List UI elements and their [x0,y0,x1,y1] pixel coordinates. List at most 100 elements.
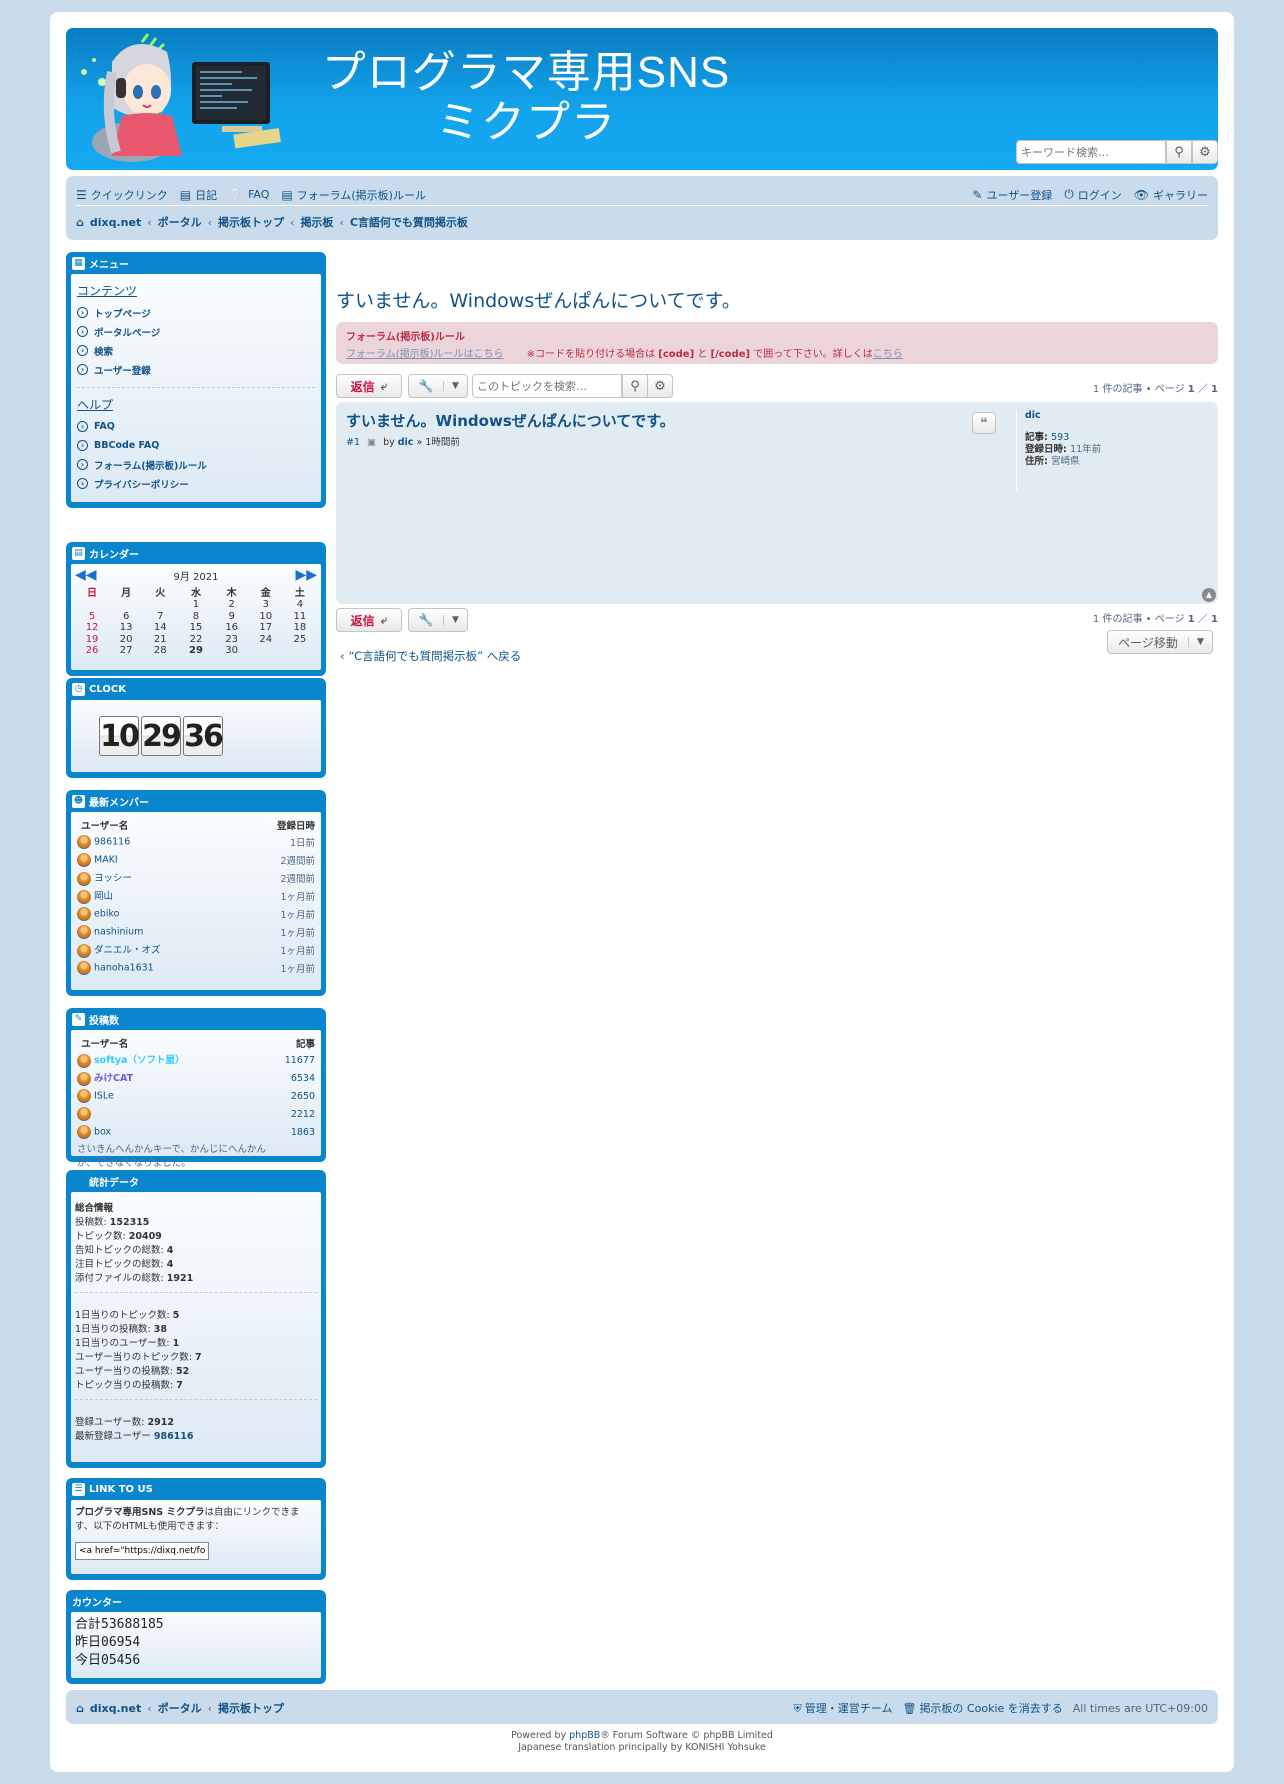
breadcrumb-item[interactable]: 掲示板 [300,214,333,230]
menu-item-rules[interactable]: › フォーラム(掲示板)ルール [77,455,315,474]
table-row: ダニエル・オズ 1ヶ月前 [77,941,315,959]
reply-button[interactable]: 返信 ⤶ [336,608,402,632]
breadcrumb-item[interactable]: ポータル [158,214,202,230]
wrench-icon: 🔧 [418,379,434,393]
menu-item-register[interactable]: › ユーザー登録 [77,360,315,379]
member-link[interactable]: MAKI [94,855,118,866]
new-members-box: ☻ 最新メンバー ユーザー名 登録日時 986116 1日前 MAKI 2週間前 ヨッシー 2… [66,790,326,996]
quote-button[interactable]: ❝ [972,412,996,434]
counter-total: 合計53688185 [75,1617,164,1632]
calendar-day: 5 [88,610,96,622]
phpbb-link[interactable]: phpBB [569,1730,600,1741]
post-count: 2650 [290,1090,315,1102]
rules-link[interactable]: フォーラム(掲示板)ルールはこちら [346,349,504,360]
topic-search-input[interactable] [472,374,622,398]
back-to-top-icon[interactable]: ▲ [1202,588,1216,602]
counter-box: カウンター 合計53688185 昨日06954 今日05456 [66,1590,326,1684]
topic-title[interactable]: すいません。Windowsぜんぱんについてです。 [336,286,741,313]
member-link[interactable]: hanoha1631 [94,963,154,974]
search-icon: ⚲ [1174,144,1184,160]
member-link[interactable]: ヨッシー [94,873,132,884]
search-button[interactable]: ⚲ [1166,140,1192,164]
poster-link[interactable]: box [94,1127,111,1138]
breadcrumb-item[interactable]: dixq.net [90,1702,141,1715]
mascot-logo-image[interactable] [72,32,292,166]
navbar-top: ☰ クイックリンク ▤ 日記 ❔ FAQ ▤ フォーラム(掲示板)ルール ✎ ユーザー登録… [76,184,1208,206]
member-link[interactable]: 岡山 [94,891,113,902]
topic-advanced-search-button[interactable]: ⚙ [647,374,673,398]
reply-button[interactable]: 返信 ⤶ [336,374,402,398]
member-reg-date: 1ヶ月前 [280,964,315,975]
delete-cookies-link[interactable]: 🗑 掲示板の Cookie を消去する [902,1700,1062,1716]
contents-heading[interactable]: コンテンツ [77,282,315,299]
profile-post-count[interactable]: 593 [1051,432,1069,443]
calendar-day: 4 [296,599,304,611]
reply-arrow-icon: ⤶ [380,612,388,627]
user-icon [77,1089,91,1103]
post-title[interactable]: すいません。Windowsぜんぱんについてです。 [346,410,675,431]
member-link[interactable]: 986116 [94,837,130,848]
advanced-search-button[interactable]: ⚙ [1192,140,1218,164]
menu-item-portal[interactable]: › ポータルページ [77,322,315,341]
forum-rules-link[interactable]: ▤ フォーラム(掲示板)ルール [281,187,426,203]
menu-item-top[interactable]: › トップページ [77,303,315,322]
poster-link[interactable]: softya（ソフト屋） [94,1055,184,1066]
user-icon [77,835,91,849]
user-icon [77,871,91,886]
link-to-us-box: ☰ LINK TO US プログラマ専用SNS ミクプラは自由にリンクできます、以… [66,1478,326,1580]
gear-icon: ⚙ [654,378,666,394]
calendar-day: 29 [189,645,203,657]
next-month-icon[interactable]: ▶▶ [295,568,317,582]
topic-search-button[interactable]: ⚲ [622,374,648,398]
post-author-link[interactable]: dic [398,437,414,448]
post-count: 2212 [290,1108,315,1120]
menu-icon: ▦ [72,256,85,270]
breadcrumb-item[interactable]: 掲示板トップ [218,214,284,230]
table-row: box 1863 [77,1123,315,1141]
menu-item-bbcode-faq[interactable]: › BBCode FAQ [77,436,315,455]
post-number[interactable]: #1 [346,437,360,448]
rules-here-link[interactable]: こちら [873,349,903,360]
newest-user-link[interactable]: 986116 [154,1431,194,1442]
breadcrumb-item[interactable]: dixq.net [90,216,141,229]
arrow-circle-icon: › [77,421,88,432]
user-icon [77,1053,91,1068]
team-link[interactable]: ⛨ 管理・運営チーム [794,1700,893,1716]
login-link[interactable]: ⏻ ログイン [1064,187,1122,203]
prev-month-icon[interactable]: ◀◀ [75,568,97,582]
jump-to-dropdown[interactable]: ページ移動 ▼ [1107,630,1213,654]
menu-item-search[interactable]: › 検索 [77,341,315,360]
menu-item-privacy[interactable]: › プライバシーポリシー [77,474,315,493]
breadcrumb-item[interactable]: 掲示板トップ [218,1700,284,1716]
breadcrumb-item[interactable]: ポータル [158,1700,202,1716]
faq-link[interactable]: ❔ FAQ [229,188,269,202]
calendar-day: 22 [189,633,203,645]
profile-username[interactable]: dic [1025,410,1206,422]
calendar-icon: ▤ [72,546,85,560]
calendar-day: 14 [153,622,167,634]
topic-tools-dropdown[interactable]: 🔧 ▼ [408,374,468,398]
link-code-field[interactable] [75,1542,209,1560]
calendar-day: 20 [119,633,133,645]
poster-link[interactable]: ISLe [94,1091,114,1102]
help-heading[interactable]: ヘルプ [77,396,315,413]
gallery-link[interactable]: 👁 ギャラリー [1134,187,1208,203]
diary-link[interactable]: ▤ 日記 [180,187,217,203]
keyword-search-input[interactable] [1016,140,1166,164]
menu-box: ▦ メニュー コンテンツ › トップページ › ポータルページ › 検索 › ユーザー登録… [66,252,326,508]
back-to-forum-link[interactable]: ‹ “C言語何でも質問掲示板” へ戻る [340,648,521,664]
calendar-day [283,645,317,657]
weekday-label: 金 [260,588,271,599]
topic-tools-dropdown[interactable]: 🔧 ▼ [408,608,468,632]
poster-link[interactable]: h2so5 [94,1109,126,1120]
breadcrumb-item[interactable]: C言語何でも質問掲示板 [350,214,468,230]
poster-link[interactable]: みけCAT [94,1073,133,1084]
quicklinks-menu[interactable]: ☰ クイックリンク [76,187,168,203]
calendar-day: 12 [85,622,99,634]
menu-item-faq[interactable]: › FAQ [77,417,315,436]
register-link[interactable]: ✎ ユーザー登録 [972,187,1052,203]
member-link[interactable]: ダニエル・オズ [94,945,161,956]
calendar-box: ▤ カレンダー ◀◀ 9月 2021 ▶▶ 日月火水木金土 1 2 3 4 5 6 7 8 9 10… [66,542,326,676]
member-link[interactable]: ebiko [94,909,120,920]
member-link[interactable]: nashinium [94,927,143,938]
